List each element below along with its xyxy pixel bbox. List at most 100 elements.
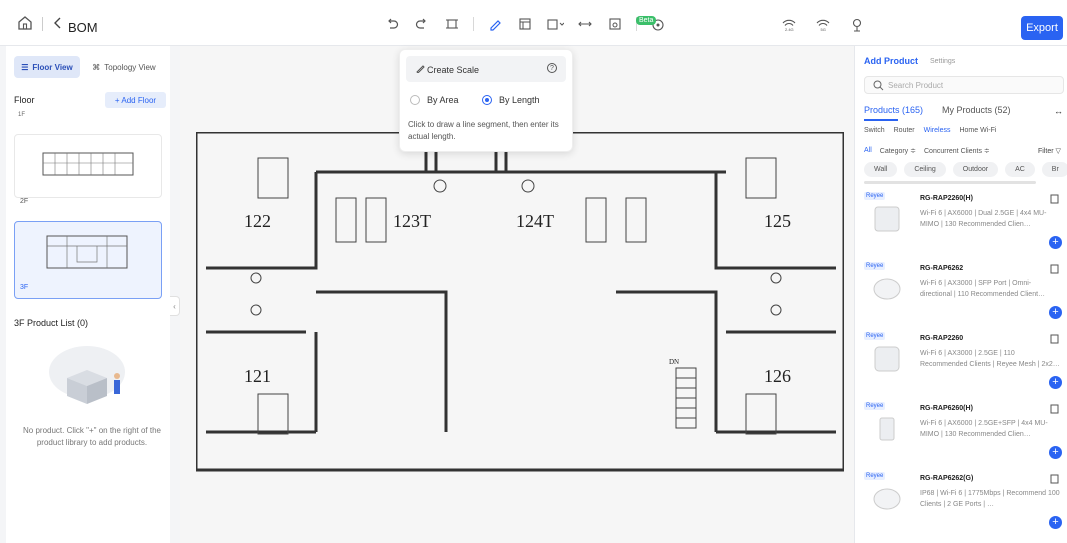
radio-dot [410,95,420,105]
chip-br[interactable]: Br [1041,162,1067,177]
tab-topology-view-label: Topology View [104,62,156,72]
product-name: RG-RAP6260(H) [920,405,973,412]
svg-text:2.4G: 2.4G [785,27,794,32]
filter-button[interactable]: Filter ▽ [1038,147,1061,155]
draw-area-icon[interactable] [546,15,564,33]
radio-by-length-label: By Length [499,95,540,105]
tab-floor-view[interactable]: ☰ Floor View [14,56,80,78]
collapse-panel-button[interactable]: ‹ [170,296,180,316]
tab-add-product[interactable]: Add Product [864,56,918,66]
undo-icon[interactable] [383,15,401,33]
product-name: RG-RAP2260 [920,335,964,342]
toolbar-right: 2.4G 5G [780,16,882,34]
product-desc: Wi-Fi 6 | AX6000 | 2.5GE+SFP | 4x4 MU-MI… [920,420,1048,438]
ai-layout-icon[interactable] [516,15,534,33]
add-floor-button[interactable]: + Add Floor [105,92,166,108]
product-desc: Wi-Fi 6 | AX3000 | SFP Port | Omni-direc… [920,280,1046,298]
product-card[interactable]: Reyee RG-RAP6260(H) Wi-Fi 6 | AX6000 | 2… [864,402,1067,472]
room-label-122: 122 [244,211,271,231]
chip-wall[interactable]: Wall [864,162,898,177]
help-icon[interactable]: ? [547,63,557,73]
add-product-icon[interactable]: + [1049,236,1062,249]
add-product-icon[interactable]: + [1049,446,1062,459]
product-card[interactable]: Reyee RG-RAP6262 Wi-Fi 6 | AX3000 | SFP … [864,262,1067,332]
top-bar: BOM Beta 2.4G 5G Export [0,0,1067,46]
product-card[interactable]: Reyee RG-RAP2260(H) Wi-Fi 6 | AX6000 | D… [864,192,1067,262]
empty-box-illustration [49,346,125,404]
radio-by-area[interactable]: By Area [410,95,459,105]
distance-icon[interactable] [576,15,594,33]
copy-icon[interactable] [1050,264,1059,274]
search-input[interactable]: Search Product [864,76,1064,94]
chip-row: Wall Ceiling Outdoor AC Br [864,162,1067,177]
floor-plan[interactable]: 122 123T 124T 125 121 126 DN [196,132,844,492]
brand-badge: Reyee [864,192,886,200]
category-home-wifi[interactable]: Home Wi-Fi [959,127,996,134]
crop-icon[interactable] [443,15,461,33]
search-icon [873,80,884,91]
chip-scrollbar[interactable] [864,181,1036,184]
empty-product-text: No product. Click "+" on the right of th… [23,426,161,447]
svg-text:5G: 5G [821,27,826,32]
beta-badge: Beta [636,16,657,25]
copy-icon[interactable] [1050,334,1059,344]
access-point-image [873,488,901,510]
sort-row: All Category ≑ Concurrent Clients ≑ [864,147,1064,155]
auto-layout-icon[interactable] [606,15,624,33]
product-card[interactable]: Reyee RG-RAP6262(G) IP68 | Wi-Fi 6 | 177… [864,472,1067,542]
access-point-image [874,346,900,372]
scale-pencil-icon[interactable] [486,15,504,33]
collapse-arrows-icon[interactable]: ↔ [1054,106,1063,116]
room-label-125: 125 [764,211,791,231]
divider [42,17,43,31]
home-icon[interactable] [16,14,34,32]
room-label-121: 121 [244,366,271,386]
floor-name-1f: 1F [18,112,26,118]
wifi-5g-icon[interactable]: 5G [814,16,832,34]
export-button[interactable]: Export [1021,16,1063,40]
chip-outdoor[interactable]: Outdoor [952,162,999,177]
floor-label: Floor [14,95,35,105]
chip-ceiling[interactable]: Ceiling [904,162,946,177]
radio-dot [482,95,492,105]
sort-concurrent-clients[interactable]: Concurrent Clients ≑ [924,147,990,155]
add-product-icon[interactable]: + [1049,376,1062,389]
product-name: RG-RAP2260(H) [920,195,973,202]
access-point-image [874,206,900,232]
filter-label: Filter [1038,148,1054,155]
copy-icon[interactable] [1050,474,1059,484]
floor-name-3f: 3F [20,284,29,291]
category-switch[interactable]: Switch [864,127,885,134]
tab-topology-view[interactable]: ⌘ Topology View [84,56,164,78]
sort-category[interactable]: Category ≑ [880,147,916,155]
search-placeholder: Search Product [888,81,944,90]
filter-all[interactable]: All [864,147,872,155]
product-name: RG-RAP6262(G) [920,475,974,482]
add-product-icon[interactable]: + [1049,306,1062,319]
floor-card-2f[interactable] [14,134,162,198]
access-point-image [879,417,895,441]
divider [473,17,474,31]
chip-ac[interactable]: AC [1005,162,1035,177]
floor-card-3f[interactable] [14,221,162,299]
radio-by-length[interactable]: By Length [482,95,540,105]
tab-my-products[interactable]: My Products (52) [942,105,1011,115]
redo-icon[interactable] [413,15,431,33]
category-router[interactable]: Router [894,127,915,134]
category-wireless[interactable]: Wireless [924,127,951,134]
product-desc: Wi-Fi 6 | AX6000 | Dual 2.5GE | 4x4 MU-M… [920,210,1047,228]
copy-icon[interactable] [1050,404,1059,414]
brand-badge: Reyee [864,262,886,270]
product-name: RG-RAP6262 [920,265,964,272]
wifi-2g-icon[interactable]: 2.4G [780,16,798,34]
tab-settings[interactable]: Settings [930,58,955,65]
copy-icon[interactable] [1050,194,1059,204]
location-icon[interactable] [848,16,866,34]
add-product-icon[interactable]: + [1049,516,1062,529]
floor-thumbnail [46,235,128,269]
tab-products[interactable]: Products (165) [864,105,923,115]
back-icon[interactable] [50,15,66,31]
brand-badge: Reyee [864,332,886,340]
access-point-image [873,278,901,300]
product-card[interactable]: Reyee RG-RAP2260 Wi-Fi 6 | AX3000 | 2.5G… [864,332,1067,402]
